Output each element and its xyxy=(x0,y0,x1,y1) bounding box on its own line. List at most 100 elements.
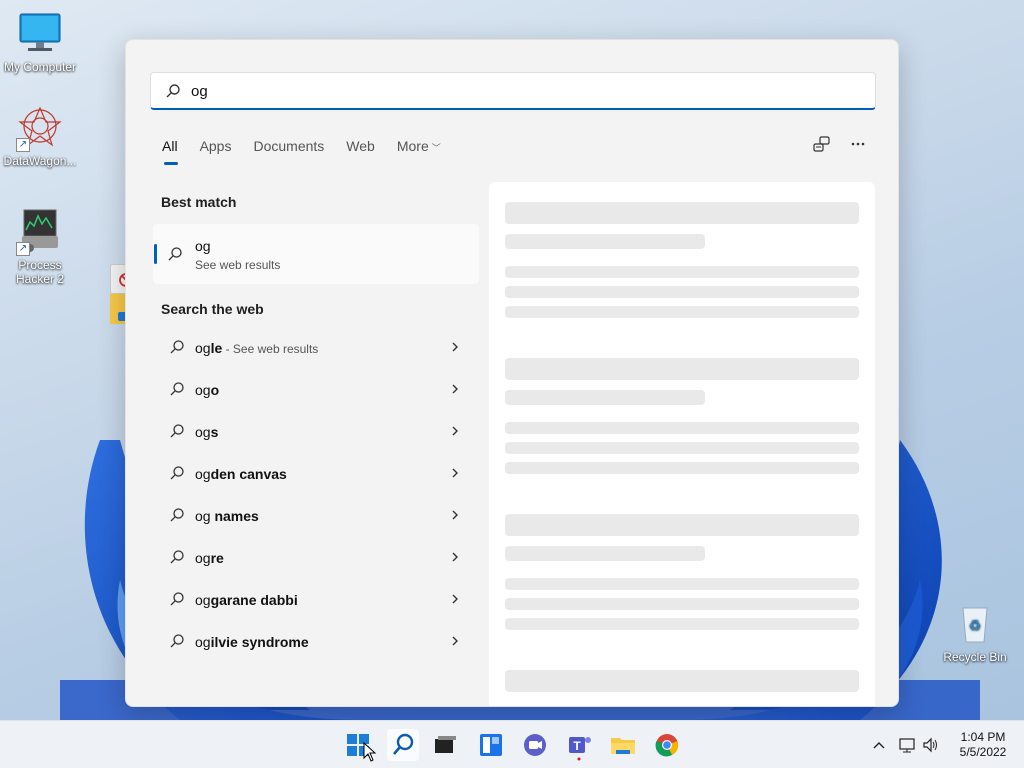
system-clock[interactable]: 1:04 PM 5/5/2022 xyxy=(948,730,1018,760)
skeleton-line xyxy=(505,578,859,590)
tab-more[interactable]: More ﹀ xyxy=(397,138,441,164)
desktop-icon-my-computer[interactable]: My Computer xyxy=(0,10,80,74)
web-suggestion-item[interactable]: ogle - See web results xyxy=(161,328,471,370)
ellipsis-icon xyxy=(851,142,865,146)
suggestion-text: og names xyxy=(195,508,259,524)
suggestion-rest: den canvas xyxy=(210,466,287,482)
tab-label: All xyxy=(162,138,178,154)
more-options-button[interactable] xyxy=(846,134,870,156)
web-suggestion-item[interactable]: ogilvie syndrome xyxy=(161,622,471,664)
suggestion-text: ogo xyxy=(195,382,219,398)
suggestion-rest: le xyxy=(210,340,223,356)
suggestion-rest: o xyxy=(210,382,220,398)
volume-icon[interactable] xyxy=(921,735,941,755)
desktop-icon-recycle-bin[interactable]: ♻ Recycle Bin xyxy=(935,600,1015,664)
process-hacker-icon: ↗ xyxy=(16,208,64,256)
chat-icon[interactable] xyxy=(519,729,551,761)
selection-indicator xyxy=(154,244,157,264)
network-icon[interactable] xyxy=(897,735,917,755)
tab-all[interactable]: All xyxy=(162,138,178,165)
best-match-item[interactable]: og See web results xyxy=(153,224,479,284)
suggestion-text: ogre xyxy=(195,550,224,566)
search-icon xyxy=(169,465,185,481)
web-suggestion-item[interactable]: ogden canvas xyxy=(161,454,471,496)
search-icon xyxy=(165,83,181,99)
suggestion-rest: ilvie syndrome xyxy=(210,634,309,650)
search-icon xyxy=(169,423,185,439)
web-suggestion-item[interactable]: ogre xyxy=(161,538,471,580)
shortcut-arrow-icon: ↗ xyxy=(16,242,30,256)
web-suggestions-list: ogle - See web results ogo ogs ogden can… xyxy=(161,328,471,664)
skeleton-line xyxy=(505,358,859,380)
tab-apps[interactable]: Apps xyxy=(200,138,232,164)
suggestion-text: ogs xyxy=(195,424,218,440)
datawagon-icon: ↗ xyxy=(16,104,64,152)
tab-label: Web xyxy=(346,138,375,154)
chrome-icon[interactable] xyxy=(651,729,683,761)
tab-label: Documents xyxy=(253,138,325,154)
search-icon xyxy=(169,633,185,649)
search-input[interactable] xyxy=(191,80,851,102)
suggestion-prefix: og xyxy=(195,592,211,608)
skeleton-line xyxy=(505,514,859,536)
skeleton-line xyxy=(505,422,859,434)
desktop-icon-datawagon[interactable]: ↗ DataWagon... xyxy=(0,104,80,168)
skeleton-line xyxy=(505,618,859,630)
suggestion-rest: garane dabbi xyxy=(210,592,298,608)
recycle-bin-icon: ♻ xyxy=(951,600,999,648)
chevron-right-icon xyxy=(449,382,461,396)
chevron-right-icon xyxy=(449,508,461,522)
tab-documents[interactable]: Documents xyxy=(253,138,324,164)
chevron-up-icon[interactable] xyxy=(869,735,889,755)
search-box[interactable] xyxy=(150,72,876,110)
suggestion-text: ogilvie syndrome xyxy=(195,634,309,650)
search-tabs: All Apps Documents Web More ﹀ xyxy=(162,138,463,165)
widgets-icon[interactable] xyxy=(475,729,507,761)
desktop-icon-label: DataWagon... xyxy=(3,154,77,168)
suggestion-prefix: og xyxy=(195,634,211,650)
chevron-right-icon xyxy=(449,340,461,354)
best-match-subtitle: See web results xyxy=(195,258,281,272)
search-icon xyxy=(169,591,185,607)
mouse-cursor-icon xyxy=(363,741,377,762)
chevron-right-icon xyxy=(449,634,461,648)
desktop-icon-process-hacker[interactable]: ↗ Process Hacker 2 xyxy=(0,208,80,286)
suggestion-rest: re xyxy=(210,550,224,566)
suggestion-rest: s xyxy=(210,424,219,440)
task-view-icon[interactable] xyxy=(429,729,461,761)
preview-pane-loading xyxy=(489,182,875,706)
tab-web[interactable]: Web xyxy=(346,138,375,164)
skeleton-line xyxy=(505,234,705,249)
suggestion-prefix: og xyxy=(195,424,211,440)
search-web-heading: Search the web xyxy=(161,301,264,317)
web-suggestion-item[interactable]: ogs xyxy=(161,412,471,454)
skeleton-line xyxy=(505,286,859,298)
skeleton-line xyxy=(505,306,859,318)
teams-icon[interactable]: T xyxy=(563,729,595,761)
web-suggestion-item[interactable]: oggarane dabbi xyxy=(161,580,471,622)
skeleton-line xyxy=(505,598,859,610)
search-panel: All Apps Documents Web More﹀ Best match … xyxy=(125,39,899,707)
skeleton-line xyxy=(505,462,859,474)
suggestion-subtext: - See web results xyxy=(222,342,319,356)
account-switch-button[interactable] xyxy=(810,134,834,156)
taskbar: T 1:04 PM 5/5/2022 xyxy=(0,720,1024,768)
skeleton-line xyxy=(505,202,859,224)
suggestion-prefix: og xyxy=(195,466,211,482)
desktop-icon-label: Recycle Bin xyxy=(943,650,1007,664)
skeleton-line xyxy=(505,546,705,561)
search-icon[interactable] xyxy=(387,729,419,761)
search-icon xyxy=(167,246,183,262)
best-match-title: og xyxy=(195,238,211,254)
search-icon xyxy=(169,339,185,355)
tab-label: More xyxy=(396,138,429,154)
suggestion-prefix: og xyxy=(195,550,211,566)
desktop-icon-label: Process Hacker 2 xyxy=(15,258,65,286)
web-suggestion-item[interactable]: ogo xyxy=(161,370,471,412)
file-explorer-icon[interactable] xyxy=(607,729,639,761)
svg-text:T: T xyxy=(573,739,581,753)
web-suggestion-item[interactable]: og names xyxy=(161,496,471,538)
skeleton-line xyxy=(505,670,859,692)
suggestion-text: oggarane dabbi xyxy=(195,592,298,608)
desktop-icon-label: My Computer xyxy=(3,60,77,74)
